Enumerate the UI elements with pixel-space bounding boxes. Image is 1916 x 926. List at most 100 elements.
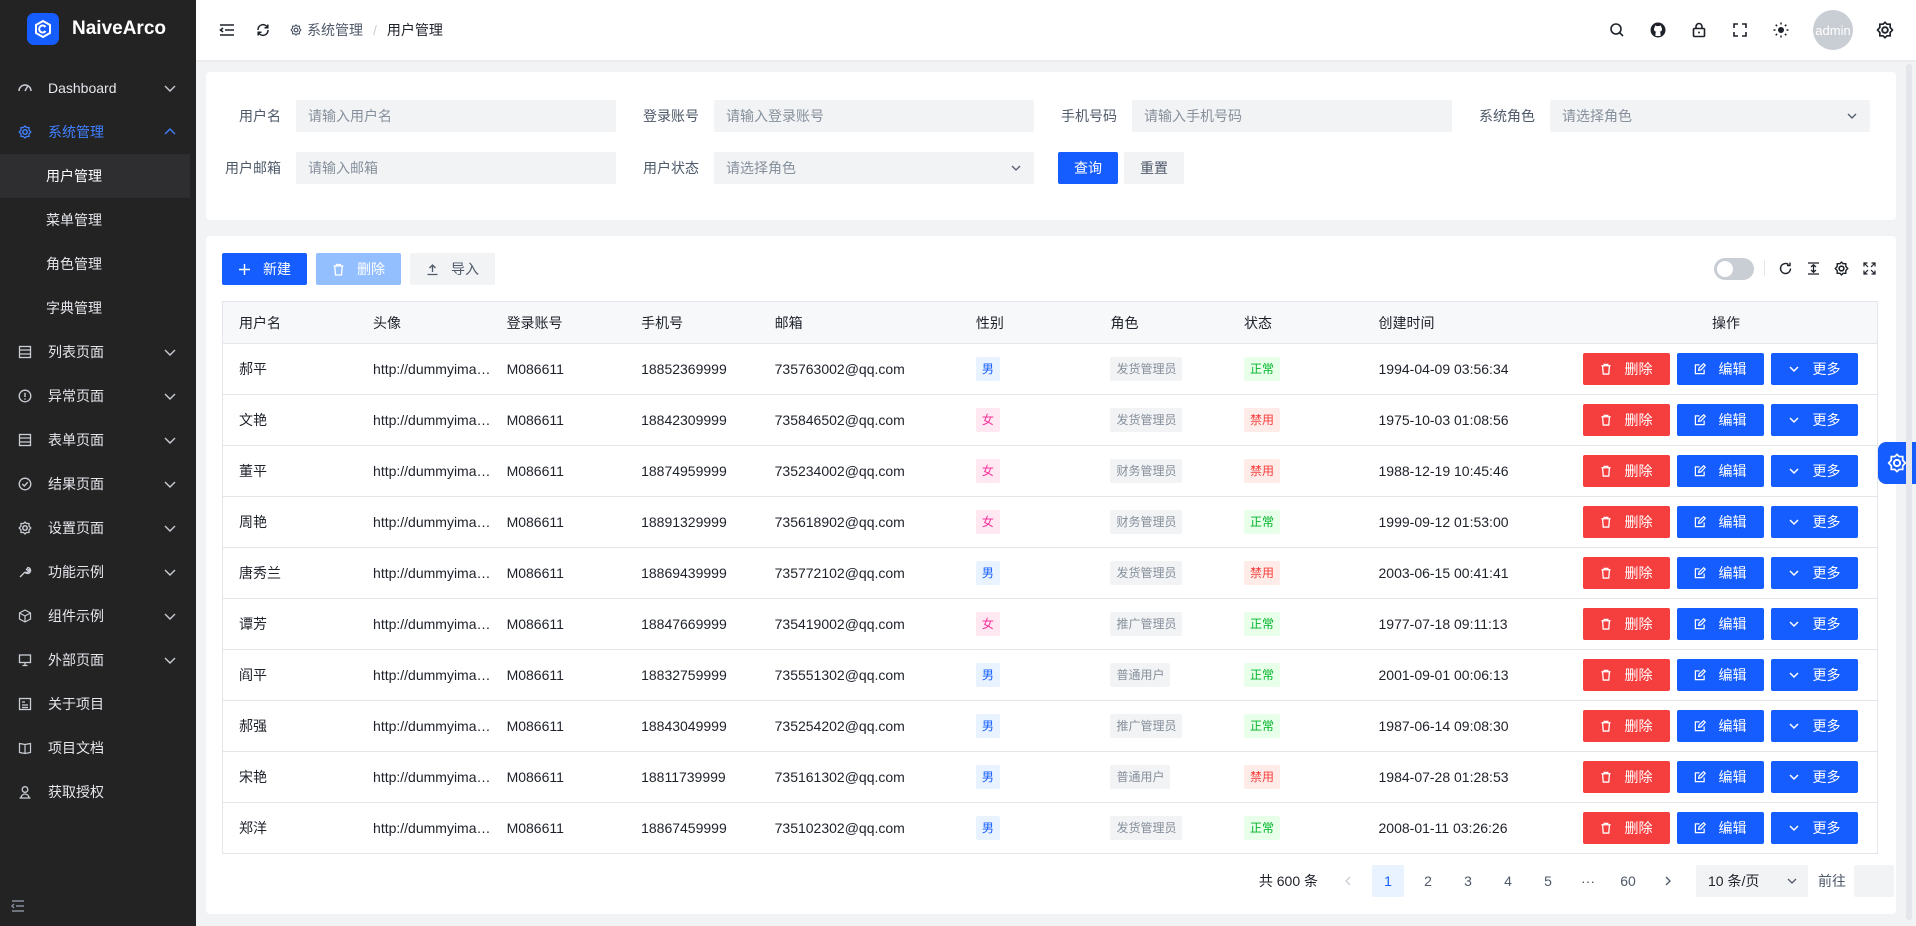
row-delete-button[interactable]: 删除 bbox=[1582, 557, 1670, 589]
sidebar-item-feature-examples[interactable]: 功能示例 bbox=[0, 550, 196, 594]
sidebar-item-system[interactable]: 系统管理 bbox=[0, 110, 196, 154]
table-toggle-switch[interactable] bbox=[1714, 258, 1754, 280]
page-3[interactable]: 3 bbox=[1452, 865, 1484, 897]
row-delete-button[interactable]: 删除 bbox=[1582, 353, 1670, 385]
chevron-down-icon bbox=[1846, 110, 1858, 122]
role-select[interactable]: 请选择角色 bbox=[1550, 100, 1870, 132]
column-settings-icon[interactable] bbox=[1834, 261, 1849, 276]
cell-status: 正常 bbox=[1227, 598, 1363, 650]
sidebar-item-form-pages[interactable]: 表单页面 bbox=[0, 418, 196, 462]
refresh-icon[interactable] bbox=[1778, 261, 1793, 276]
row-delete-button[interactable]: 删除 bbox=[1582, 710, 1670, 742]
phone-input[interactable]: 请输入手机号码 bbox=[1132, 100, 1452, 132]
fullscreen-icon[interactable] bbox=[1731, 21, 1749, 39]
row-edit-button[interactable]: 编辑 bbox=[1676, 455, 1764, 487]
logo[interactable]: NaiveArco bbox=[0, 0, 196, 58]
row-more-button[interactable]: 更多 bbox=[1770, 455, 1858, 487]
prev-page-icon[interactable] bbox=[1332, 865, 1364, 897]
page-ellipsis[interactable]: ··· bbox=[1572, 865, 1604, 897]
lock-icon[interactable] bbox=[1690, 21, 1708, 39]
page-5[interactable]: 5 bbox=[1532, 865, 1564, 897]
refresh-icon[interactable] bbox=[254, 21, 272, 39]
row-edit-button[interactable]: 编辑 bbox=[1676, 659, 1764, 691]
sidebar-item-component-examples[interactable]: 组件示例 bbox=[0, 594, 196, 638]
sidebar-item-exception-pages[interactable]: 异常页面 bbox=[0, 374, 196, 418]
sun-icon[interactable] bbox=[1772, 21, 1790, 39]
row-delete-button[interactable]: 删除 bbox=[1582, 608, 1670, 640]
avatar[interactable]: admin bbox=[1813, 10, 1853, 50]
new-button[interactable]: 新建 bbox=[222, 253, 307, 285]
batch-delete-button[interactable]: 删除 bbox=[316, 253, 401, 285]
row-edit-button[interactable]: 编辑 bbox=[1676, 812, 1764, 844]
row-more-button[interactable]: 更多 bbox=[1770, 506, 1858, 538]
username-input[interactable]: 请输入用户名 bbox=[296, 100, 616, 132]
cell-role: 普通用户 bbox=[1094, 751, 1228, 803]
sidebar-subitem-user-management[interactable]: 用户管理 bbox=[0, 154, 190, 198]
row-more-button[interactable]: 更多 bbox=[1770, 659, 1858, 691]
collapse-sidebar-icon[interactable] bbox=[10, 898, 26, 914]
row-more-button[interactable]: 更多 bbox=[1770, 710, 1858, 742]
breadcrumb-item[interactable]: 系统管理 bbox=[307, 20, 363, 40]
import-button[interactable]: 导入 bbox=[410, 253, 495, 285]
page-1[interactable]: 1 bbox=[1372, 865, 1404, 897]
density-icon[interactable] bbox=[1806, 261, 1821, 276]
row-delete-button[interactable]: 删除 bbox=[1582, 761, 1670, 793]
sidebar-item-about-project[interactable]: 关于项目 bbox=[0, 682, 196, 726]
import-button-label: 导入 bbox=[451, 261, 479, 277]
row-edit-button[interactable]: 编辑 bbox=[1676, 710, 1764, 742]
email-input[interactable]: 请输入邮箱 bbox=[296, 152, 616, 184]
sidebar-item-list-pages[interactable]: 列表页面 bbox=[0, 330, 196, 374]
sidebar-subitem-menu-management[interactable]: 菜单管理 bbox=[0, 198, 196, 242]
row-edit-button[interactable]: 编辑 bbox=[1676, 353, 1764, 385]
row-delete-label: 删除 bbox=[1624, 565, 1653, 581]
row-delete-button[interactable]: 删除 bbox=[1582, 812, 1670, 844]
row-more-button[interactable]: 更多 bbox=[1770, 608, 1858, 640]
page-size-select[interactable]: 10 条/页 bbox=[1696, 865, 1808, 897]
sidebar-subitem-role-management[interactable]: 角色管理 bbox=[0, 242, 196, 286]
toolbar-divider bbox=[1764, 260, 1765, 276]
page-4[interactable]: 4 bbox=[1492, 865, 1524, 897]
fullscreen-icon[interactable] bbox=[1862, 261, 1877, 276]
jump-page-input[interactable] bbox=[1854, 865, 1894, 897]
row-edit-button[interactable]: 编辑 bbox=[1676, 557, 1764, 589]
row-delete-button[interactable]: 删除 bbox=[1582, 404, 1670, 436]
page-60[interactable]: 60 bbox=[1612, 865, 1644, 897]
row-edit-button[interactable]: 编辑 bbox=[1676, 506, 1764, 538]
sidebar-item-result-pages[interactable]: 结果页面 bbox=[0, 462, 196, 506]
chevron-down-icon bbox=[1010, 162, 1022, 174]
cell-created: 2003-06-15 00:41:41 bbox=[1362, 547, 1575, 599]
row-delete-button[interactable]: 删除 bbox=[1582, 659, 1670, 691]
row-more-button[interactable]: 更多 bbox=[1770, 404, 1858, 436]
account-input[interactable]: 请输入登录账号 bbox=[714, 100, 1034, 132]
status-select[interactable]: 请选择角色 bbox=[714, 152, 1034, 184]
row-delete-button[interactable]: 删除 bbox=[1582, 506, 1670, 538]
settings-icon[interactable] bbox=[1876, 21, 1894, 39]
row-edit-button[interactable]: 编辑 bbox=[1676, 761, 1764, 793]
reset-button[interactable]: 重置 bbox=[1124, 152, 1184, 184]
row-edit-button[interactable]: 编辑 bbox=[1676, 404, 1764, 436]
row-more-button[interactable]: 更多 bbox=[1770, 353, 1858, 385]
menu-fold-icon[interactable] bbox=[218, 21, 236, 39]
row-more-button[interactable]: 更多 bbox=[1770, 761, 1858, 793]
sidebar-item-settings-pages[interactable]: 设置页面 bbox=[0, 506, 196, 550]
row-more-button[interactable]: 更多 bbox=[1770, 557, 1858, 589]
row-more-button[interactable]: 更多 bbox=[1770, 812, 1858, 844]
query-button[interactable]: 查询 bbox=[1058, 152, 1118, 184]
sidebar-item-project-docs[interactable]: 项目文档 bbox=[0, 726, 196, 770]
row-delete-button[interactable]: 删除 bbox=[1582, 455, 1670, 487]
sidebar-item-get-license[interactable]: 获取授权 bbox=[0, 770, 196, 814]
row-delete-label: 删除 bbox=[1624, 412, 1653, 428]
search-icon[interactable] bbox=[1608, 21, 1626, 39]
github-icon[interactable] bbox=[1649, 21, 1667, 39]
sidebar-item-dashboard[interactable]: Dashboard bbox=[0, 66, 196, 110]
pagination-total: 共 600 条 bbox=[1258, 873, 1318, 889]
row-edit-button[interactable]: 编辑 bbox=[1676, 608, 1764, 640]
page-scrollbar[interactable] bbox=[1906, 64, 1912, 920]
column-header-username: 用户名 bbox=[222, 301, 358, 344]
account-field-group: 登录账号 请输入登录账号 bbox=[634, 100, 1034, 132]
next-page-icon[interactable] bbox=[1652, 865, 1684, 897]
page-2[interactable]: 2 bbox=[1412, 865, 1444, 897]
sidebar-item-external-pages[interactable]: 外部页面 bbox=[0, 638, 196, 682]
chevron-down-icon bbox=[1788, 618, 1800, 630]
sidebar-subitem-dict-management[interactable]: 字典管理 bbox=[0, 286, 196, 330]
